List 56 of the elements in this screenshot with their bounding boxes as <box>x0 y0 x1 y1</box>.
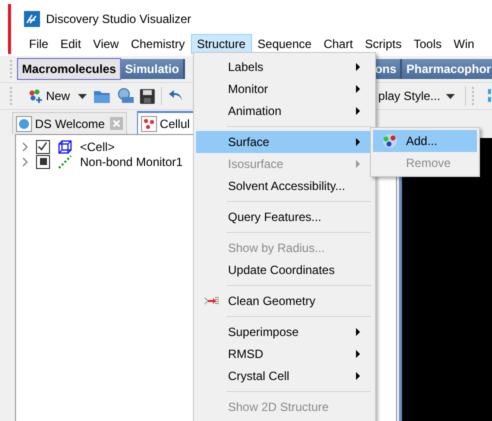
submenu-arrow-icon <box>356 85 360 93</box>
save-icon[interactable] <box>140 88 155 104</box>
submenu-arrow-icon <box>356 63 360 71</box>
document-tab[interactable]: Cellul <box>136 111 194 134</box>
submenu-arrow-icon <box>356 350 360 358</box>
menu-bar-item[interactable]: Tools <box>408 34 448 54</box>
menu-item[interactable]: RMSD <box>196 343 373 365</box>
submenu-arrow-icon <box>356 160 360 168</box>
tree-item-label[interactable]: Non-bond Monitor1 <box>80 154 183 168</box>
menu-item[interactable]: Superimpose <box>196 321 373 343</box>
menu-item[interactable]: Surface <box>196 131 373 153</box>
dropdown-arrow-icon[interactable] <box>446 94 456 98</box>
molecule-add-icon <box>28 89 44 103</box>
menu-item[interactable]: Add... <box>373 130 477 152</box>
menu-item[interactable]: Clean Geometry <box>196 290 373 312</box>
globe-icon <box>16 116 32 132</box>
molecule-icon <box>140 116 157 132</box>
molecule-icon <box>380 133 398 149</box>
toolbar-tab[interactable]: Pharmacophor <box>402 59 492 79</box>
cube-icon <box>58 140 72 154</box>
toolbar-tab[interactable]: Simulatio <box>121 59 186 79</box>
tree-item-label[interactable]: <Cell> <box>80 140 115 154</box>
menu-item[interactable]: Monitor <box>196 78 373 100</box>
menu-item[interactable]: Labels <box>196 56 373 78</box>
menu-bar-item[interactable]: Sequence <box>252 34 318 54</box>
menu-bar-item[interactable]: File <box>23 34 54 54</box>
menu-item[interactable]: Crystal Cell <box>196 365 373 387</box>
checkbox[interactable] <box>36 154 50 168</box>
display-style-button[interactable]: play Style... <box>378 89 440 103</box>
app-logo-icon <box>24 11 40 27</box>
menu-bar-item[interactable]: Edit <box>54 34 88 54</box>
menu-item[interactable]: Query Features... <box>196 206 373 228</box>
submenu-arrow-icon <box>356 372 360 380</box>
toolbar-tab[interactable]: Macromolecules <box>17 58 122 80</box>
new-button[interactable]: New <box>26 89 72 103</box>
menu-bar-item[interactable]: Chemistry <box>124 34 191 54</box>
submenu-arrow-icon <box>356 107 360 115</box>
folder-icon[interactable] <box>92 88 110 104</box>
menu-item[interactable]: Update Coordinates <box>196 259 373 281</box>
dashed-bond-icon <box>58 154 72 168</box>
dropdown-arrow-icon[interactable] <box>78 94 87 98</box>
window-title: Discovery Studio Visualizer <box>46 12 192 26</box>
menu-item[interactable]: Solvent Accessibility... <box>196 175 373 197</box>
menu-bar-item[interactable]: Scripts <box>358 34 408 54</box>
menu-bar-item[interactable]: Win <box>448 34 480 54</box>
menu-item[interactable]: Animation <box>196 100 373 122</box>
checkbox[interactable] <box>36 140 50 154</box>
menu-bar-item[interactable]: Structure <box>190 34 252 54</box>
submenu-arrow-icon <box>356 328 360 336</box>
arrow-icon <box>204 296 220 306</box>
menu-bar-item[interactable]: Chart <box>318 34 359 54</box>
toolbar-icon[interactable] <box>488 89 492 103</box>
document-tab[interactable]: DS Welcome <box>12 112 127 134</box>
menu-bar-item[interactable]: View <box>87 34 125 54</box>
submenu-arrow-icon <box>356 138 360 146</box>
open-globe-icon[interactable] <box>116 88 134 104</box>
